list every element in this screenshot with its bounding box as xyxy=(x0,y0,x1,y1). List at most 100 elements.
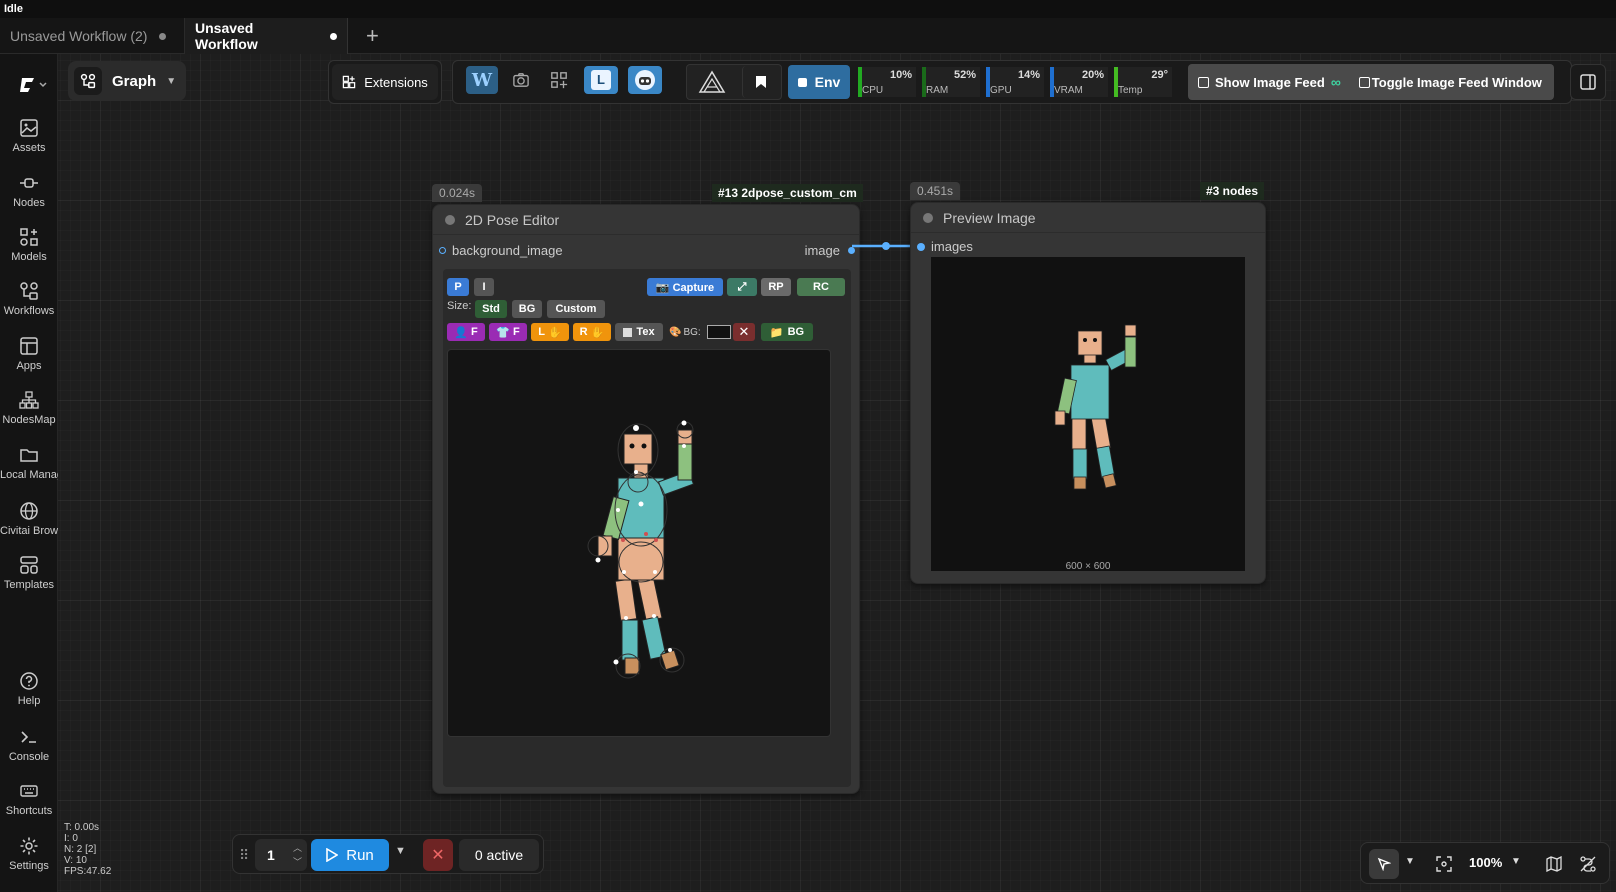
gallery-icon xyxy=(1358,76,1370,88)
sidebar-item-shortcuts[interactable]: Shortcuts xyxy=(0,781,58,817)
gpu-monitor: 14% GPU xyxy=(986,67,1044,97)
collapse-dot-icon[interactable] xyxy=(445,214,455,225)
left-hand-button[interactable]: L ✋ xyxy=(531,323,569,341)
palette-icon: 🎨 xyxy=(669,326,682,338)
comfy-logo-icon[interactable] xyxy=(18,74,48,101)
sidebar-item-label: Help xyxy=(17,695,41,707)
env-label: Env xyxy=(814,74,841,90)
wanvideo-icon[interactable]: W xyxy=(466,66,498,94)
preview-image-node[interactable]: Preview Image images 600 × 600 xyxy=(910,202,1266,584)
workflow-tabbar: Unsaved Workflow (2) Unsaved Workflow + xyxy=(0,18,1616,54)
input-label: images xyxy=(931,239,973,254)
bg-size-button[interactable]: BG xyxy=(512,300,542,318)
unsaved-dot-icon xyxy=(330,32,337,40)
node-title-bar[interactable]: Preview Image xyxy=(911,203,1265,233)
input-slot[interactable]: images xyxy=(917,239,973,254)
robot-icon[interactable] xyxy=(628,66,662,94)
texture-button[interactable]: Tex xyxy=(615,323,663,341)
bookmark-icon[interactable] xyxy=(742,66,778,98)
monitor-label: CPU xyxy=(862,85,884,96)
pointer-icon[interactable] xyxy=(1369,849,1399,879)
batch-count-value: 1 xyxy=(267,847,275,863)
rc-button[interactable]: RC xyxy=(797,278,845,296)
stat-time: T: 0.00s xyxy=(64,822,100,833)
hide-links-icon[interactable] xyxy=(1575,851,1601,877)
input-socket-icon xyxy=(917,242,925,251)
stat-n: N: 2 [2] xyxy=(64,844,97,855)
std-size-button[interactable]: Std xyxy=(475,300,507,318)
input-slot[interactable]: background_image xyxy=(439,243,563,258)
env-button[interactable]: Env xyxy=(788,65,850,99)
minimap-icon[interactable] xyxy=(1541,851,1567,877)
collapse-dot-icon[interactable] xyxy=(923,212,933,223)
terminal-icon xyxy=(21,731,36,743)
custom-size-button[interactable]: Custom xyxy=(547,300,605,318)
chevron-down-icon[interactable]: ▼ xyxy=(1405,856,1415,867)
tab-unsaved-workflow-2[interactable]: Unsaved Workflow (2) xyxy=(0,18,185,54)
right-hand-button[interactable]: R ✋ xyxy=(573,323,611,341)
extensions-button[interactable]: Extensions xyxy=(332,64,438,100)
color-swatch[interactable] xyxy=(706,325,731,339)
sidebar-item-console[interactable]: Console xyxy=(0,727,58,763)
expand-button[interactable]: ⤢ xyxy=(727,278,757,296)
folder-icon xyxy=(20,449,38,462)
chevron-up-icon[interactable]: ︿ xyxy=(293,841,302,854)
capture-button[interactable]: 📷 Capture xyxy=(647,278,723,296)
sidebar-item-workflows[interactable]: Workflows xyxy=(0,281,58,317)
tab-unsaved-workflow[interactable]: Unsaved Workflow xyxy=(185,18,348,54)
ram-monitor: 52% RAM xyxy=(922,67,980,97)
sidebar-item-civitai-browser[interactable]: Civitai Browser xyxy=(0,501,58,537)
chevron-down-icon: ▼ xyxy=(166,75,177,87)
texture-icon xyxy=(623,327,633,337)
run-button[interactable]: Run xyxy=(311,839,389,871)
button-label: R xyxy=(579,326,588,338)
sidebar-item-apps[interactable]: Apps xyxy=(0,336,58,372)
show-image-feed-button[interactable]: Show Image Feed xyxy=(1215,75,1325,90)
fit-view-icon[interactable] xyxy=(1431,851,1457,877)
i-button[interactable]: I xyxy=(474,278,494,296)
zoom-level[interactable]: 100% xyxy=(1469,855,1502,870)
clear-bg-button[interactable]: ✕ xyxy=(733,323,755,341)
layout-l-icon[interactable]: L xyxy=(584,66,618,94)
node-link[interactable] xyxy=(852,238,912,252)
chevron-down-icon[interactable]: ▼ xyxy=(395,845,406,857)
camera-icon[interactable] xyxy=(506,66,536,94)
grid-add-icon[interactable] xyxy=(544,66,574,94)
batch-count-stepper[interactable]: 1 ︿ ﹀ xyxy=(255,839,307,871)
pose-canvas[interactable] xyxy=(447,349,831,737)
sidebar-item-assets[interactable]: Assets xyxy=(0,118,58,154)
load-bg-button[interactable]: 📁 BG xyxy=(761,323,813,341)
chevron-down-icon[interactable]: ▼ xyxy=(1511,856,1521,867)
sidebar-item-local-manager[interactable]: Local Manager xyxy=(0,445,58,481)
mountain-logo-icon[interactable] xyxy=(690,66,734,98)
sidebar-item-help[interactable]: Help xyxy=(0,671,58,707)
graph-mode-button[interactable]: Graph ▼ xyxy=(68,61,186,101)
new-tab-icon[interactable]: + xyxy=(366,23,379,49)
output-slot[interactable]: image xyxy=(805,243,855,258)
toggle-panel-icon[interactable] xyxy=(1570,64,1606,100)
queue-active-button[interactable]: 0 active xyxy=(459,839,539,871)
shapes-icon xyxy=(20,228,38,246)
pose-editor-node[interactable]: 2D Pose Editor background_image image P … xyxy=(432,204,860,794)
output-label: image xyxy=(804,243,840,258)
drag-handle-icon[interactable]: ⠿ xyxy=(239,847,249,864)
pose-figure-editable[interactable] xyxy=(448,350,831,737)
rp-button[interactable]: RP xyxy=(761,278,791,296)
shirt-f-button[interactable]: 👕 F xyxy=(489,323,527,341)
sidebar-item-nodes[interactable]: Nodes xyxy=(0,173,58,209)
toggle-image-feed-button[interactable]: Toggle Image Feed Window xyxy=(1372,75,1542,90)
face-f-button[interactable]: 👤 F xyxy=(447,323,485,341)
sidebar-item-label: Settings xyxy=(9,860,49,872)
node-title-bar[interactable]: 2D Pose Editor xyxy=(433,205,859,235)
sidebar-item-nodesmap[interactable]: NodesMap xyxy=(0,390,58,426)
p-button[interactable]: P xyxy=(447,278,469,296)
sidebar-item-models[interactable]: Models xyxy=(0,227,58,263)
bg-color-picker[interactable]: 🎨 BG: xyxy=(669,325,731,339)
chevron-down-icon[interactable]: ﹀ xyxy=(293,855,302,868)
sidebar-item-label: Workflows xyxy=(3,305,55,317)
sidebar-item-label: Shortcuts xyxy=(5,805,53,817)
sidebar-item-settings[interactable]: Settings xyxy=(0,836,58,872)
preview-image[interactable] xyxy=(931,257,1245,571)
sidebar-item-templates[interactable]: Templates xyxy=(0,555,58,591)
cancel-run-icon[interactable]: ✕ xyxy=(423,839,453,871)
